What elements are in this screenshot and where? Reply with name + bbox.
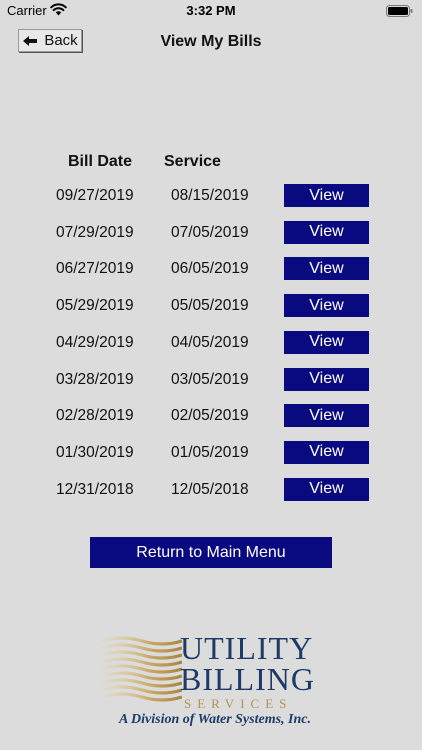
bill-row: 03/28/2019 03/05/2019 View xyxy=(0,367,422,392)
bill-row: 02/28/2019 02/05/2019 View xyxy=(0,404,422,428)
status-time: 3:32 PM xyxy=(186,3,236,18)
bill-row: 06/27/2019 06/05/2019 View xyxy=(0,257,422,281)
view-bill-button[interactable]: View xyxy=(284,404,369,428)
service-date-cell: 05/05/2019 xyxy=(171,297,249,315)
logo-text-services: SERVICES xyxy=(184,696,293,711)
bill-row: 12/31/2018 12/05/2018 View xyxy=(0,477,422,502)
bill-date-cell: 02/28/2019 xyxy=(56,407,134,425)
view-bill-button[interactable]: View xyxy=(284,477,369,501)
bill-date-cell: 07/29/2019 xyxy=(56,223,134,241)
battery-icon xyxy=(386,5,413,17)
return-main-menu-button[interactable]: Return to Main Menu xyxy=(90,537,332,568)
bill-date-cell: 05/29/2019 xyxy=(56,297,134,315)
status-bar: Carrier 3:32 PM xyxy=(0,0,422,22)
view-bill-button[interactable]: View xyxy=(284,367,369,391)
bill-date-cell: 09/27/2019 xyxy=(56,187,134,204)
page-title: View My Bills xyxy=(160,33,262,50)
service-date-cell: 07/05/2019 xyxy=(171,223,249,241)
view-bill-button[interactable]: View xyxy=(284,330,369,354)
bill-date-cell: 04/29/2019 xyxy=(56,333,134,351)
bill-date-cell: 01/30/2019 xyxy=(56,443,134,461)
service-header: Service xyxy=(164,153,221,170)
service-date-cell: 02/05/2019 xyxy=(171,407,249,425)
bill-date-cell: 06/27/2019 xyxy=(56,260,134,278)
view-bill-button[interactable]: View xyxy=(284,257,369,281)
bill-row: 07/29/2019 07/05/2019 View xyxy=(0,220,422,245)
bill-date-cell: 03/28/2019 xyxy=(56,370,134,388)
bill-row: 09/27/2019 08/15/2019 View xyxy=(0,184,422,208)
service-date-cell: 08/15/2019 xyxy=(171,187,249,204)
service-date-cell: 06/05/2019 xyxy=(171,260,249,278)
view-bill-button[interactable]: View xyxy=(284,294,369,318)
logo-waves-icon xyxy=(101,636,182,702)
logo-tagline: A Division of Water Systems, Inc. xyxy=(118,712,311,727)
service-date-cell: 12/05/2018 xyxy=(171,480,249,498)
service-date-cell: 04/05/2019 xyxy=(171,333,249,351)
service-date-cell: 03/05/2019 xyxy=(171,370,249,388)
bill-row: 05/29/2019 05/05/2019 View xyxy=(0,294,422,318)
bill-row: 01/30/2019 01/05/2019 View xyxy=(0,440,422,465)
bill-date-cell: 12/31/2018 xyxy=(56,480,134,498)
view-bill-button[interactable]: View xyxy=(284,220,369,244)
view-bill-button[interactable]: View xyxy=(284,184,369,207)
view-bill-button[interactable]: View xyxy=(284,440,369,464)
bill-row: 04/29/2019 04/05/2019 View xyxy=(0,330,422,355)
service-date-cell: 01/05/2019 xyxy=(171,443,249,461)
bill-date-header: Bill Date xyxy=(68,153,133,170)
utility-billing-logo: UTILITY BILLING SERVICES A Division of W… xyxy=(100,632,330,732)
logo-text-billing: BILLING xyxy=(180,661,315,697)
logo-text-utility: UTILITY xyxy=(180,630,314,666)
